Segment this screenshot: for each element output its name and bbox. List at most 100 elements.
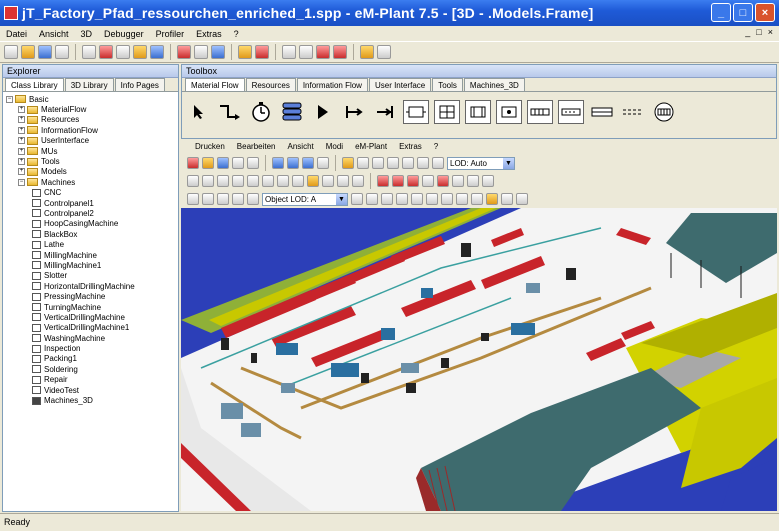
3d-icon[interactable] [360,45,374,59]
orbit-icon[interactable] [277,175,289,187]
single-proc-icon[interactable] [403,100,429,124]
tab-information-flow[interactable]: Information Flow [296,78,368,91]
tree-item[interactable]: HorizontalDrillingMachine [6,281,178,291]
tree-item[interactable]: BlackBox [6,229,178,239]
move-x-icon[interactable] [232,175,244,187]
arrow-left-icon[interactable] [302,157,314,169]
tools-icon[interactable] [333,45,347,59]
z-axis-icon[interactable] [217,157,229,169]
arrow-down-icon[interactable] [287,157,299,169]
3d-mode-icon[interactable] [402,157,414,169]
stereo-icon[interactable] [417,157,429,169]
reset-view-icon[interactable] [377,175,389,187]
menu-datei[interactable]: Datei [6,29,27,39]
sun-icon[interactable] [486,193,498,205]
tree-item[interactable]: + InformationFlow [6,125,178,135]
arrow-up-icon[interactable] [272,157,284,169]
tab-class-library[interactable]: Class Library [5,78,64,91]
copy-icon[interactable] [116,45,130,59]
tree-item[interactable]: HoopCasingMachine [6,219,178,229]
camera-icon[interactable] [232,157,244,169]
tab-tools[interactable]: Tools [432,78,463,91]
chevron-down-icon[interactable]: ▼ [336,193,347,205]
play-icon[interactable] [407,175,419,187]
cut-icon[interactable] [99,45,113,59]
obj-scale-icon[interactable] [232,193,244,205]
obj-align-icon[interactable] [247,193,259,205]
curve-icon[interactable] [516,193,528,205]
tree-item[interactable]: + Tools [6,156,178,166]
tree-item[interactable]: MillingMachine [6,250,178,260]
maximize-button[interactable]: □ [733,3,753,22]
tab-resources[interactable]: Resources [245,78,296,91]
menu-frame-help[interactable]: ? [434,142,438,151]
y-axis-icon[interactable] [202,157,214,169]
menu-ansicht[interactable]: Ansicht [39,29,69,39]
expand-icon[interactable]: + [18,137,25,145]
menu-frame-ansicht[interactable]: Ansicht [288,142,314,151]
debugger-icon[interactable] [255,45,269,59]
tree-item[interactable]: − Basic [6,94,178,104]
move-y-icon[interactable] [247,175,259,187]
menu-drucken[interactable]: Drucken [195,142,225,151]
parallel-proc-icon[interactable] [434,100,460,124]
expand-icon[interactable]: + [18,126,25,134]
line-icon[interactable] [589,100,615,124]
tree-item[interactable]: VerticalDrillingMachine [6,312,178,322]
move-icon[interactable] [217,175,229,187]
sorter-icon[interactable] [558,100,584,124]
chart-icon[interactable] [377,45,391,59]
cube-icon[interactable] [426,193,438,205]
expand-icon[interactable]: + [18,168,25,176]
render-icon[interactable] [387,157,399,169]
expand-icon[interactable]: + [18,116,25,124]
assembly-icon[interactable] [465,100,491,124]
interface-icon[interactable] [310,100,336,124]
zoom-icon[interactable] [247,157,259,169]
grid-icon[interactable] [372,157,384,169]
panel-icon[interactable] [501,193,513,205]
menu-profiler[interactable]: Profiler [156,29,185,39]
tab-user-interface[interactable]: User Interface [368,78,432,91]
menu-help[interactable]: ? [234,29,239,39]
collapse-icon[interactable]: − [6,95,13,103]
tree-item[interactable]: WashingMachine [6,333,178,343]
tool-icon[interactable] [467,175,479,187]
x-axis-icon[interactable] [187,157,199,169]
rewind-icon[interactable] [392,175,404,187]
frame-box-icon[interactable] [471,193,483,205]
save-icon[interactable] [38,45,52,59]
menu-extras[interactable]: Extras [196,29,222,39]
align-icon[interactable] [352,175,364,187]
drain-icon[interactable] [372,100,398,124]
buffer-icon[interactable] [527,100,553,124]
tree-item[interactable]: MillingMachine1 [6,260,178,270]
tab-3d-library[interactable]: 3D Library [64,78,114,91]
shade-icon[interactable] [381,193,393,205]
material-icon[interactable] [366,193,378,205]
object-lod-select[interactable]: Object LOD: A ▼ [262,192,348,206]
connector-icon[interactable] [217,100,243,124]
minimize-button[interactable]: _ [711,3,731,22]
box-icon[interactable] [456,193,468,205]
3d-factory-view[interactable] [181,208,777,511]
close-button[interactable]: × [755,3,775,22]
derive-icon[interactable] [299,45,313,59]
tree-item[interactable]: + Resources [6,115,178,125]
mdi-restore-button[interactable]: □ [756,27,761,37]
scale-icon[interactable] [322,175,334,187]
properties-icon[interactable] [150,45,164,59]
tab-machines-3d[interactable]: Machines_3D [463,78,525,91]
lod-select[interactable]: LOD: Auto ▼ [447,156,515,170]
tree-item[interactable]: Inspection [6,343,178,353]
sphere-icon[interactable] [411,193,423,205]
tree-item[interactable]: Controlpanel1 [6,198,178,208]
wand-icon[interactable] [482,175,494,187]
tree-item[interactable]: + UserInterface [6,136,178,146]
tree-item[interactable]: Repair [6,375,178,385]
fly-icon[interactable] [292,175,304,187]
option-icon[interactable] [211,45,225,59]
obj-move-icon[interactable] [202,193,214,205]
tree-item[interactable]: Machines_3D [6,395,178,405]
pointer-icon[interactable] [186,100,212,124]
